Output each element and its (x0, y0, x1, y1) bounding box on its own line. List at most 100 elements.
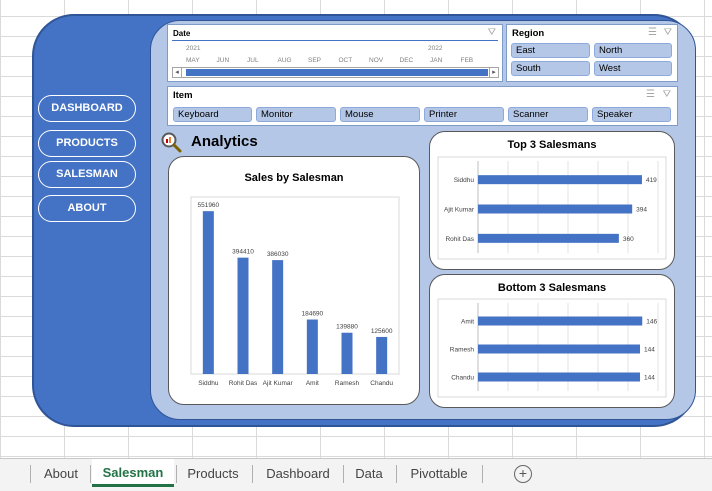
multi-select-icon[interactable]: ☰ (648, 28, 657, 38)
data-label: 360 (623, 236, 634, 243)
month-label[interactable]: AUG (278, 57, 292, 64)
tab-divider (176, 465, 177, 483)
bar (478, 204, 633, 214)
region-slicer[interactable]: Region ☰ ⛛ East North South West (506, 24, 678, 82)
item-chip-keyboard[interactable]: Keyboard (173, 107, 252, 122)
item-chip-speaker[interactable]: Speaker (592, 107, 671, 122)
tab-divider (396, 465, 397, 483)
bar (478, 233, 619, 243)
data-label: 144 (644, 375, 655, 382)
nav-about-button[interactable]: ABOUT (38, 195, 136, 222)
category-label: Chandu (451, 375, 474, 382)
bar (341, 332, 353, 374)
month-label[interactable]: OCT (339, 57, 353, 64)
data-label: 551960 (197, 202, 219, 209)
bar (376, 336, 388, 374)
data-label: 394410 (232, 249, 254, 256)
sales-by-salesman-chart: 551960 Siddhu 394410 Rohit Das 386030 Ajit Ku… (190, 196, 400, 387)
data-label: 184690 (301, 311, 323, 318)
sheet-tab-pivottable[interactable]: Pivottable (400, 462, 478, 486)
region-chip-east[interactable]: East (511, 43, 590, 58)
sheet-tab-salesman[interactable]: Salesman (92, 459, 174, 487)
category-label: Rohit Das (445, 236, 474, 243)
bar (237, 257, 249, 374)
item-slicer-title: Item (173, 90, 193, 101)
region-chip-north[interactable]: North (594, 43, 672, 58)
region-chip-west[interactable]: West (594, 61, 672, 76)
bar (478, 372, 640, 382)
item-chip-scanner[interactable]: Scanner (508, 107, 588, 122)
filter-clear-icon[interactable]: ⛛ (664, 28, 672, 38)
data-label: 394 (636, 207, 647, 214)
category-label: Ramesh (450, 347, 475, 354)
data-label: 125600 (371, 328, 393, 335)
sheet-tab-bar: About Salesman Products Dashboard Data P… (0, 458, 712, 491)
category-label: Ajit Kumar (444, 207, 475, 214)
month-label[interactable]: NOV (369, 57, 383, 64)
top-3-salesmans-chart: 419 Siddhu 394 Ajit Kumar 360 Rohit Das (437, 156, 667, 260)
category-label: Siddhu (454, 177, 475, 184)
category-label: Amit (461, 319, 474, 326)
region-slicer-title: Region (512, 28, 545, 39)
category-label: Chandu (370, 380, 393, 387)
category-label: Ajit Kumar (263, 380, 294, 387)
category-label: Amit (306, 380, 319, 387)
sheet-tab-dashboard[interactable]: Dashboard (256, 462, 340, 486)
tab-divider (482, 465, 483, 483)
bottom-3-salesmans-card: Bottom 3 Salesmans 146 Amit 144 Ramesh 144 Ch… (429, 274, 675, 408)
timeline-scrollbar[interactable]: ◂ ▸ (172, 67, 499, 78)
month-label[interactable]: JUL (247, 57, 259, 64)
timeline-selection-bar[interactable] (186, 69, 488, 76)
tab-divider (90, 465, 91, 483)
sheet-tab-about[interactable]: About (34, 462, 88, 486)
plus-circle-icon[interactable]: + (514, 465, 532, 483)
sales-by-salesman-card: Sales by Salesman 551960 Siddhu 394410 Rohi… (168, 156, 420, 405)
filter-clear-icon[interactable]: ⛛ (663, 90, 671, 100)
data-label: 139880 (336, 324, 358, 331)
item-chip-monitor[interactable]: Monitor (256, 107, 336, 122)
tab-divider (30, 465, 31, 483)
plot-area (190, 196, 400, 375)
nav-dashboard-button[interactable]: DASHBOARD (38, 95, 136, 122)
month-label[interactable]: JUN (217, 57, 230, 64)
item-chip-mouse[interactable]: Mouse (340, 107, 420, 122)
month-label[interactable]: JAN (430, 57, 442, 64)
analytics-title: Analytics (191, 133, 258, 150)
bar (202, 211, 214, 374)
category-label: Rohit Das (229, 380, 258, 387)
item-chip-printer[interactable]: Printer (424, 107, 504, 122)
data-label: 146 (646, 319, 657, 326)
year-label: 2022 (428, 45, 443, 52)
category-label: Ramesh (335, 380, 360, 387)
date-slicer-title: Date (173, 29, 191, 38)
nav-salesman-button[interactable]: SALESMAN (38, 161, 136, 188)
year-label: 2021 (186, 45, 201, 52)
data-label: 419 (646, 177, 657, 184)
month-label[interactable]: SEP (308, 57, 321, 64)
month-label[interactable]: DEC (400, 57, 414, 64)
filter-clear-icon[interactable]: ⛛ (488, 28, 496, 38)
date-slicer[interactable]: Date ⛛ 2021 2022 MAY JUN JUL AUG SEP OCT NOV DE… (167, 24, 503, 82)
bar (272, 260, 284, 374)
tab-divider (252, 465, 253, 483)
slicer-divider (172, 40, 498, 41)
bar (478, 316, 643, 326)
data-label: 144 (644, 347, 655, 354)
nav-products-button[interactable]: PRODUCTS (38, 130, 136, 157)
multi-select-icon[interactable]: ☰ (646, 90, 655, 100)
bar (306, 319, 318, 374)
tab-divider (343, 465, 344, 483)
region-chip-south[interactable]: South (511, 61, 590, 76)
top-3-salesmans-card: Top 3 Salesmans 419 Siddhu 394 Ajit Kumar 36… (429, 131, 675, 270)
data-label: 386030 (267, 251, 289, 258)
sheet-tab-products[interactable]: Products (178, 462, 248, 486)
sheet-tab-data[interactable]: Data (346, 462, 392, 486)
bar (478, 344, 640, 354)
item-slicer[interactable]: Item ☰ ⛛ Keyboard Monitor Mouse Printer … (167, 86, 678, 126)
scroll-left-icon[interactable]: ◂ (173, 68, 182, 77)
month-label[interactable]: FEB (461, 57, 474, 64)
bottom-3-salesmans-chart: 146 Amit 144 Ramesh 144 Chandu (437, 298, 667, 398)
month-label[interactable]: MAY (186, 57, 200, 64)
bar (478, 175, 642, 185)
scroll-right-icon[interactable]: ▸ (489, 68, 498, 77)
